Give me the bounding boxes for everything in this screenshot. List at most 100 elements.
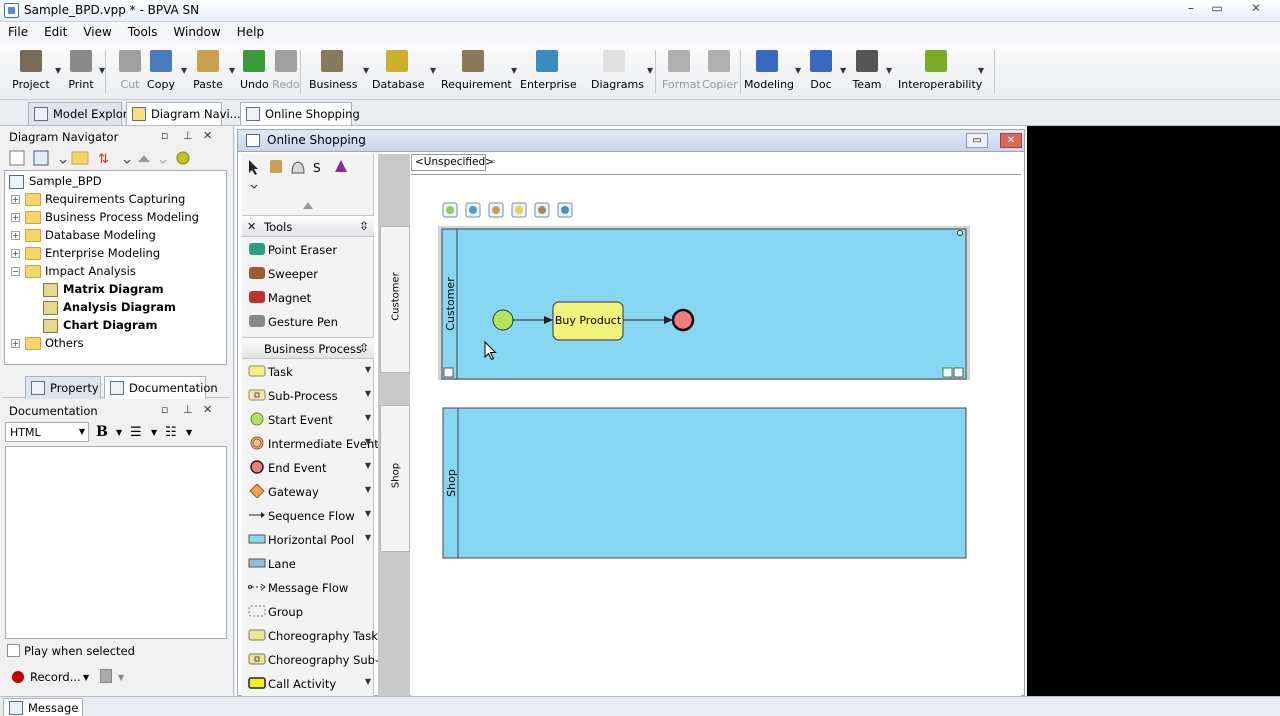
database-toolbar-button[interactable]: Database	[372, 50, 425, 98]
list-icon[interactable]: ☷	[165, 425, 177, 440]
tree-item[interactable]: + Requirements Capturing	[9, 191, 224, 209]
record-dropdown-icon[interactable]: ▼	[83, 673, 89, 682]
requirement-toolbar-button[interactable]: Requirement	[441, 50, 512, 98]
palette-item-group[interactable]: Group	[242, 600, 374, 622]
resize-handle-icon[interactable]	[957, 230, 963, 236]
palette-item-end-event[interactable]: End Event ▼	[242, 456, 374, 478]
palette-tool-magnet[interactable]: Magnet	[242, 286, 374, 308]
palette-item-message-flow[interactable]: Message Flow	[242, 576, 374, 598]
play-when-selected-checkbox[interactable]	[7, 644, 20, 657]
toolbar-dropdown-icon[interactable]: ▼	[886, 66, 892, 75]
palette-item-dropdown-icon[interactable]: ▼	[365, 389, 371, 398]
toolbar-dropdown-icon[interactable]: ▼	[430, 66, 436, 75]
toolbar-dropdown-icon[interactable]: ▼	[647, 66, 653, 75]
toolbar-dropdown-icon[interactable]: ▼	[840, 66, 846, 75]
tree-item[interactable]: Chart Diagram	[9, 317, 224, 335]
palette-item-gateway[interactable]: Gateway ▼	[242, 480, 374, 502]
tab-online-shopping[interactable]: Online Shopping	[240, 102, 360, 125]
copier-toolbar-button[interactable]: Copier	[702, 50, 738, 98]
format-select[interactable]: HTML ▼	[5, 422, 89, 442]
palette-item-dropdown-icon[interactable]: ▼	[365, 509, 371, 518]
format-toolbar-button[interactable]: Format	[662, 50, 701, 98]
toolbar-dropdown-icon[interactable]: ▼	[978, 66, 984, 75]
diagram-restore-button[interactable]: ▭	[966, 133, 988, 148]
toolbar-dropdown-icon[interactable]: ▼	[795, 66, 801, 75]
doc-pin-icon[interactable]: ⊥	[183, 403, 193, 416]
tree-item[interactable]: Analysis Diagram	[9, 299, 224, 317]
scroll-up-icon[interactable]	[303, 202, 313, 209]
tools-collapse-icon[interactable]: ⇳	[359, 219, 369, 233]
tree-expander-icon[interactable]: +	[11, 249, 20, 258]
lane-tab-customer[interactable]: Customer	[380, 226, 410, 373]
paste-toolbar-button[interactable]: Paste	[192, 50, 224, 98]
palette-item-task[interactable]: Task ▼	[242, 360, 374, 382]
toolbar-dropdown-icon[interactable]: ▼	[229, 66, 235, 75]
record-button[interactable]: Record...	[30, 670, 81, 684]
breadcrumb-search-icon[interactable]: ⌕	[491, 157, 496, 167]
undo-toolbar-button[interactable]: Undo	[240, 50, 269, 98]
pool-corner-handle-icon[interactable]	[443, 367, 454, 378]
align-icon[interactable]: ☰	[130, 425, 142, 440]
pool-shop[interactable]	[442, 407, 967, 559]
start-event[interactable]	[492, 309, 514, 331]
palette-item-choreography-sub-pr[interactable]: Choreography Sub-Pr	[242, 648, 391, 670]
modeling-toolbar-button[interactable]: Modeling	[744, 50, 794, 98]
business-process-category-header[interactable]: Business Process ⇳	[242, 337, 374, 359]
close-pane-icon[interactable]: ✕	[203, 129, 212, 142]
tree-item[interactable]: Sample_BPD	[9, 173, 224, 191]
tab-message[interactable]: Message	[3, 698, 83, 716]
menu-edit[interactable]: Edit	[36, 22, 75, 42]
end-event[interactable]	[671, 308, 695, 332]
palette-item-call-activity[interactable]: Call Activity ▼	[242, 672, 374, 694]
palette-item-dropdown-icon[interactable]: ▼	[365, 461, 371, 470]
tree-item[interactable]: + Enterprise Modeling	[9, 245, 224, 263]
shape-tool-icon[interactable]	[335, 160, 347, 172]
palette-tool-sweeper[interactable]: Sweeper	[242, 262, 374, 284]
palette-item-dropdown-icon[interactable]: ▼	[365, 437, 371, 446]
list-dropdown-icon[interactable]: ▼	[186, 428, 192, 437]
palette-item-dropdown-icon[interactable]: ▼	[365, 413, 371, 422]
maximize-button[interactable]: ▭	[1204, 0, 1230, 18]
cut-toolbar-button[interactable]: Cut	[118, 50, 142, 98]
documentation-editor[interactable]	[5, 446, 227, 639]
bold-dropdown-icon[interactable]: ▼	[116, 428, 122, 437]
diagram-close-button[interactable]: ✕	[1000, 133, 1022, 148]
hand-tool-icon[interactable]	[291, 161, 305, 174]
tab-model-explorer[interactable]: Model Explore	[28, 102, 134, 125]
tree-expander-icon[interactable]: +	[11, 339, 20, 348]
toolbar-dropdown-icon[interactable]: ▼	[99, 66, 105, 75]
tab-diagram-navigator[interactable]: Diagram Navi...	[126, 102, 241, 125]
restore-pane-icon[interactable]: ▫	[161, 129, 168, 142]
tree-item[interactable]: Matrix Diagram	[9, 281, 224, 299]
pin-icon[interactable]: ⊥	[183, 129, 193, 142]
business-toolbar-button[interactable]: Business	[309, 50, 358, 98]
tree-expander-icon[interactable]: +	[11, 195, 20, 204]
palette-item-sub-process[interactable]: Sub-Process ▼	[242, 384, 374, 406]
menu-help[interactable]: Help	[229, 22, 272, 42]
palette-tool-point-eraser[interactable]: Point Eraser	[242, 238, 374, 260]
interoperability-toolbar-button[interactable]: Interoperability	[898, 50, 982, 98]
pool-option-icon[interactable]	[942, 367, 953, 378]
doc-toolbar-button[interactable]: Doc	[808, 50, 834, 98]
document-dropdown-icon[interactable]: ▼	[118, 673, 124, 682]
tools-category-header[interactable]: ✕ Tools ⇳	[242, 215, 374, 237]
align-dropdown-icon[interactable]: ▼	[151, 428, 157, 437]
toolbar-dropdown-icon[interactable]: ▼	[363, 66, 369, 75]
bold-button[interactable]: B	[96, 424, 108, 440]
menu-tools[interactable]: Tools	[120, 22, 166, 42]
palette-item-dropdown-icon[interactable]: ▼	[365, 365, 371, 374]
tree-item[interactable]: + Database Modeling	[9, 227, 224, 245]
copy-toolbar-button[interactable]: Copy	[146, 50, 176, 98]
tree-expander-icon[interactable]: +	[11, 213, 20, 222]
palette-tool-gesture-pen[interactable]: Gesture Pen	[242, 310, 374, 332]
lane-tab-shop[interactable]: Shop	[380, 405, 410, 552]
menu-window[interactable]: Window	[165, 22, 228, 42]
palette-item-dropdown-icon[interactable]: ▼	[365, 533, 371, 542]
diagram-canvas[interactable]: <Unspecified> ⌕ Customer Buy Product Shop	[411, 154, 1021, 696]
palette-item-lane[interactable]: Lane	[242, 552, 374, 574]
breadcrumb[interactable]: <Unspecified>	[411, 154, 494, 171]
palette-item-dropdown-icon[interactable]: ▼	[365, 677, 371, 686]
enterprise-toolbar-button[interactable]: Enterprise	[520, 50, 577, 98]
palette-item-sequence-flow[interactable]: Sequence Flow ▼	[242, 504, 374, 526]
palette-item-dropdown-icon[interactable]: ▼	[365, 485, 371, 494]
